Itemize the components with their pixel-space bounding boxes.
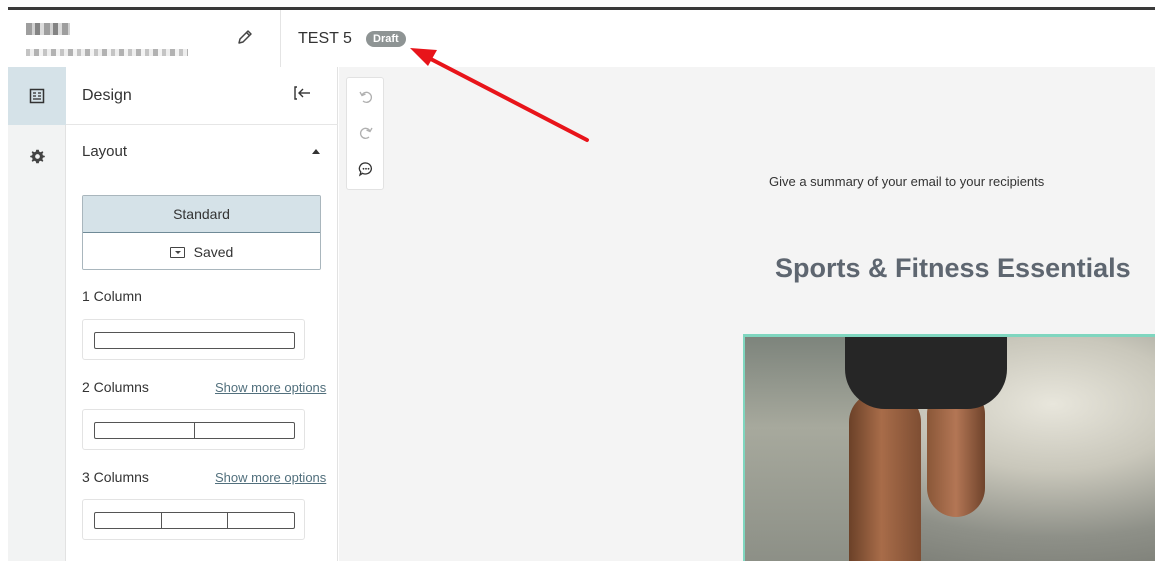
hero-shorts (845, 337, 1007, 409)
account-area (8, 10, 281, 67)
editor-header: TEST 5 Draft (8, 10, 1155, 67)
gear-icon (29, 149, 45, 163)
layout-section-header[interactable]: Layout (82, 143, 127, 160)
preheader-text[interactable]: Give a summary of your email to your rec… (769, 174, 1044, 189)
saved-tab-label: Saved (193, 243, 234, 260)
edit-pencil-icon[interactable] (234, 28, 256, 50)
layout-option-3-columns[interactable] (82, 499, 305, 540)
campaign-title[interactable]: TEST 5 (298, 30, 352, 48)
saved-tab[interactable]: Saved (83, 233, 320, 269)
design-panel-header: Design (66, 67, 338, 125)
layout-option-1-column[interactable] (82, 319, 305, 360)
hero-leg (849, 392, 921, 561)
redo-button[interactable] (347, 118, 385, 148)
standard-tab[interactable]: Standard (83, 196, 320, 233)
layout-preview (94, 422, 295, 439)
layout-icon (29, 88, 45, 104)
folder-icon (169, 247, 185, 258)
collapse-left-icon (294, 86, 310, 100)
panel-title: Design (82, 87, 132, 104)
design-panel: Design Layout Standard Saved 1 Column 2 … (66, 67, 338, 561)
comment-icon (358, 162, 372, 177)
comment-button[interactable] (347, 154, 385, 184)
undo-button[interactable] (347, 82, 385, 112)
redo-icon (360, 127, 373, 139)
show-more-options-link[interactable]: Show more options (215, 380, 326, 395)
layout-preview (94, 332, 295, 349)
collapse-panel-button[interactable] (290, 84, 316, 108)
layout-option-2-columns[interactable] (82, 409, 305, 450)
standard-tab-label: Standard (173, 206, 230, 222)
group-label-1-column: 1 Column (82, 288, 142, 304)
group-label-2-columns: 2 Columns (82, 379, 149, 395)
blurred-account-name (26, 23, 70, 35)
left-icon-rail (8, 67, 66, 561)
email-headline[interactable]: Sports & Fitness Essentials (775, 253, 1131, 284)
show-more-options-link[interactable]: Show more options (215, 470, 326, 485)
status-badge: Draft (366, 31, 406, 47)
rail-item-settings[interactable] (8, 127, 66, 185)
undo-icon (359, 91, 372, 103)
canvas-toolbar (346, 77, 384, 190)
caret-up-icon[interactable] (312, 149, 320, 154)
blurred-account-detail (26, 49, 188, 56)
group-label-3-columns: 3 Columns (82, 469, 149, 485)
pencil-icon (238, 30, 252, 44)
email-canvas: Give a summary of your email to your rec… (339, 67, 1155, 561)
layout-source-toggle: Standard Saved (82, 195, 321, 270)
hero-image[interactable] (743, 334, 1155, 561)
rail-item-design[interactable] (8, 67, 66, 125)
layout-preview (94, 512, 295, 529)
